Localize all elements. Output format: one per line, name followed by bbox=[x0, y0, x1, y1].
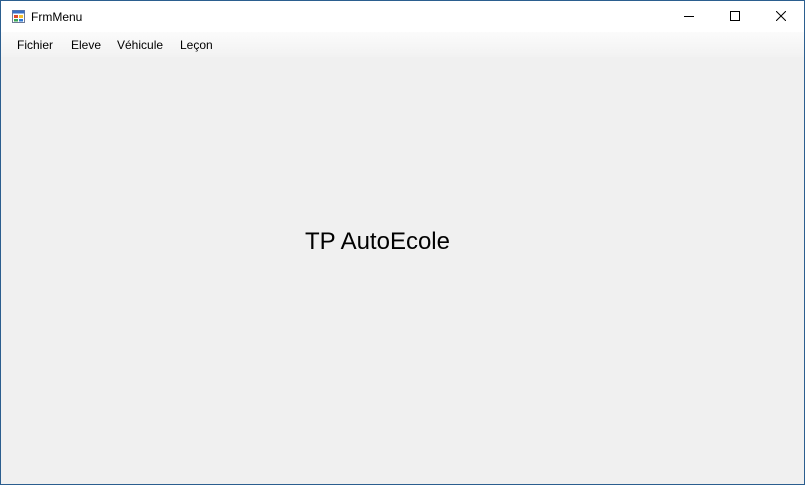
window-title: FrmMenu bbox=[31, 10, 83, 24]
winforms-app-icon[interactable] bbox=[12, 10, 25, 23]
app-window: FrmMenu Fichier Eleve Véhicule Leçon TP … bbox=[0, 0, 805, 485]
close-button[interactable] bbox=[758, 1, 804, 32]
minimize-icon bbox=[684, 8, 694, 26]
menu-item-eleve[interactable]: Eleve bbox=[71, 37, 101, 53]
maximize-icon bbox=[730, 8, 740, 26]
client-area: TP AutoEcole bbox=[1, 57, 804, 484]
menu-item-vehicule[interactable]: Véhicule bbox=[117, 37, 163, 53]
menu-bar: Fichier Eleve Véhicule Leçon bbox=[1, 32, 804, 57]
maximize-button[interactable] bbox=[712, 1, 758, 32]
title-bar[interactable]: FrmMenu bbox=[1, 1, 804, 32]
menu-item-lecon[interactable]: Leçon bbox=[180, 37, 213, 53]
menu-item-fichier[interactable]: Fichier bbox=[17, 37, 53, 53]
app-title-label: TP AutoEcole bbox=[305, 228, 450, 255]
close-icon bbox=[775, 8, 787, 26]
minimize-button[interactable] bbox=[666, 1, 712, 32]
